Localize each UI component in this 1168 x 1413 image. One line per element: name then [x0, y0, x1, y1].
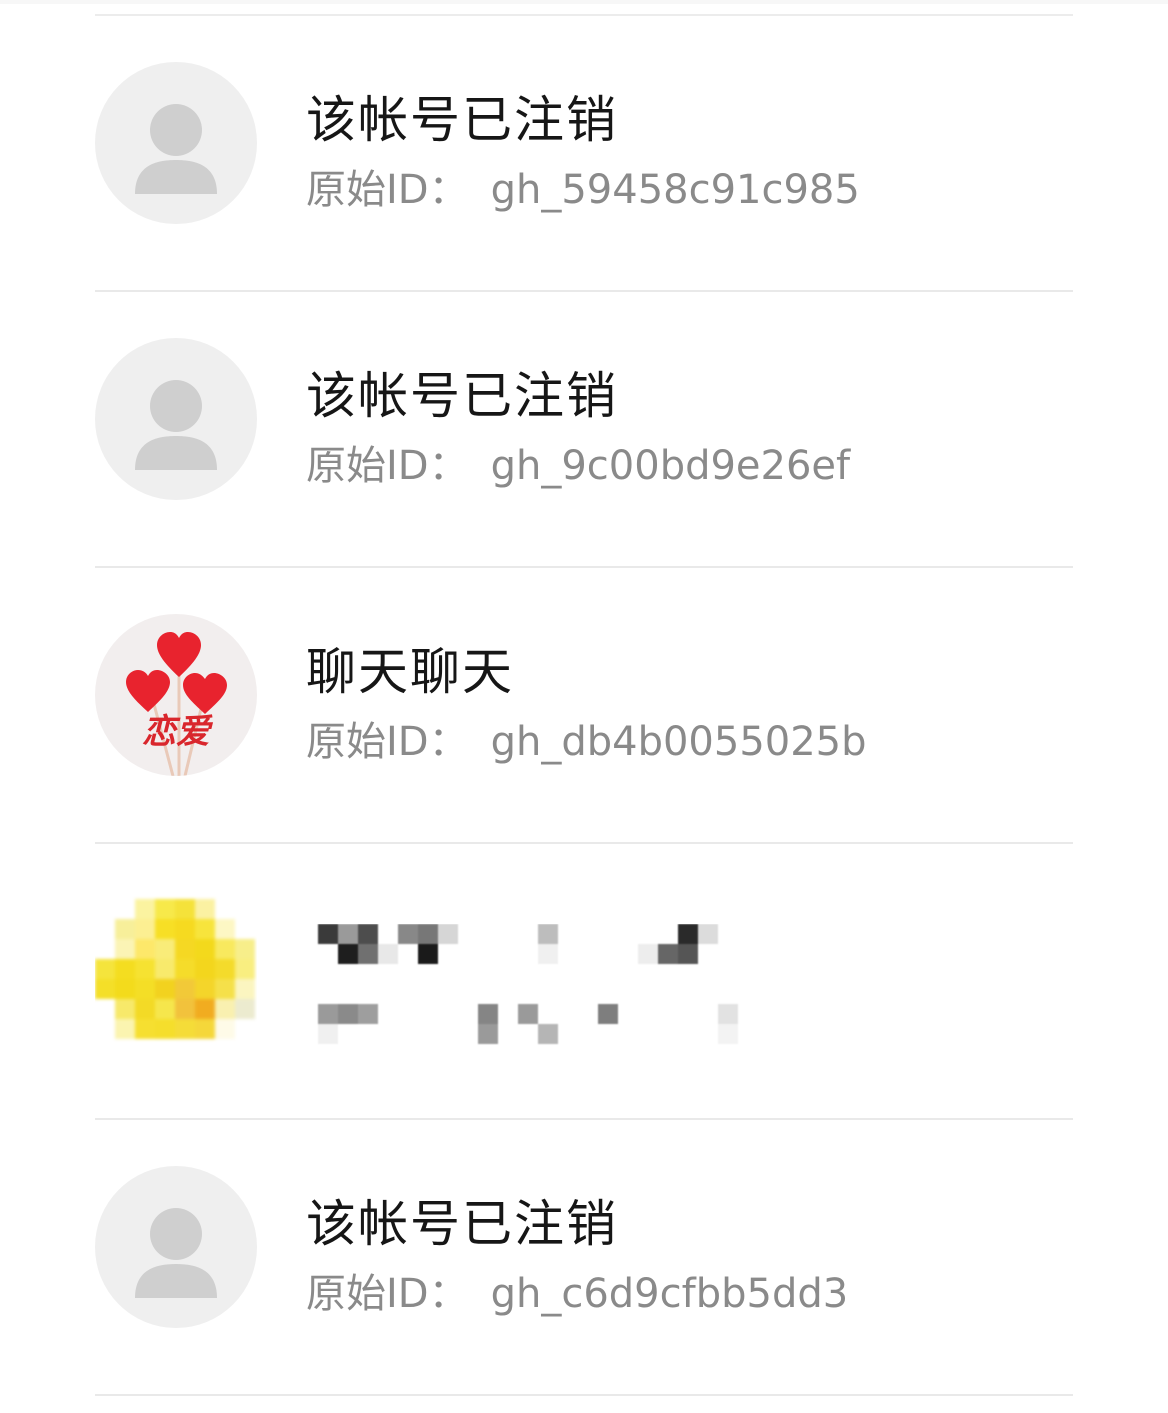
account-list: 该帐号已注销 原始ID： gh_59458c91c985 该帐号已注销 原始ID：…	[0, 16, 1168, 1396]
list-item[interactable]: 恋爱 聊天聊天 原始ID： gh_db4b0055025b	[0, 568, 1168, 844]
original-id-value: gh_c6d9cfbb5dd3	[490, 1271, 849, 1317]
default-person-icon	[135, 104, 217, 194]
avatar-text: 恋爱	[142, 712, 210, 752]
original-id-value: gh_9c00bd9e26ef	[490, 443, 851, 489]
avatar	[95, 338, 257, 500]
avatar	[95, 62, 257, 224]
redacted-text-mosaic	[318, 924, 738, 1044]
original-id: 原始ID： gh_59458c91c985	[306, 164, 860, 216]
list-item[interactable]: 该帐号已注销 原始ID： gh_c6d9cfbb5dd3	[0, 1120, 1168, 1396]
list-item[interactable]: 该帐号已注销 原始ID： gh_59458c91c985	[0, 16, 1168, 292]
original-id-label: 原始ID：	[306, 719, 469, 765]
avatar: 恋爱	[95, 614, 257, 776]
original-id-label: 原始ID：	[306, 1271, 469, 1317]
list-item[interactable]	[0, 844, 1168, 1120]
list-item[interactable]: 该帐号已注销 原始ID： gh_9c00bd9e26ef	[0, 292, 1168, 568]
original-id: 原始ID： gh_db4b0055025b	[306, 716, 867, 768]
default-person-icon	[135, 1208, 217, 1298]
original-id-value: gh_db4b0055025b	[490, 719, 867, 765]
avatar	[95, 1166, 257, 1328]
top-edge	[0, 0, 1168, 4]
account-name: 该帐号已注销	[306, 1195, 618, 1253]
original-id-value: gh_59458c91c985	[490, 167, 860, 213]
divider	[95, 1394, 1073, 1396]
original-id: 原始ID： gh_c6d9cfbb5dd3	[306, 1268, 848, 1320]
account-name: 该帐号已注销	[306, 367, 618, 425]
original-id: 原始ID： gh_9c00bd9e26ef	[306, 440, 850, 492]
account-name: 聊天聊天	[306, 643, 514, 701]
account-name: 该帐号已注销	[306, 91, 618, 149]
original-id-label: 原始ID：	[306, 443, 469, 489]
original-id-label: 原始ID：	[306, 167, 469, 213]
default-person-icon	[135, 380, 217, 470]
